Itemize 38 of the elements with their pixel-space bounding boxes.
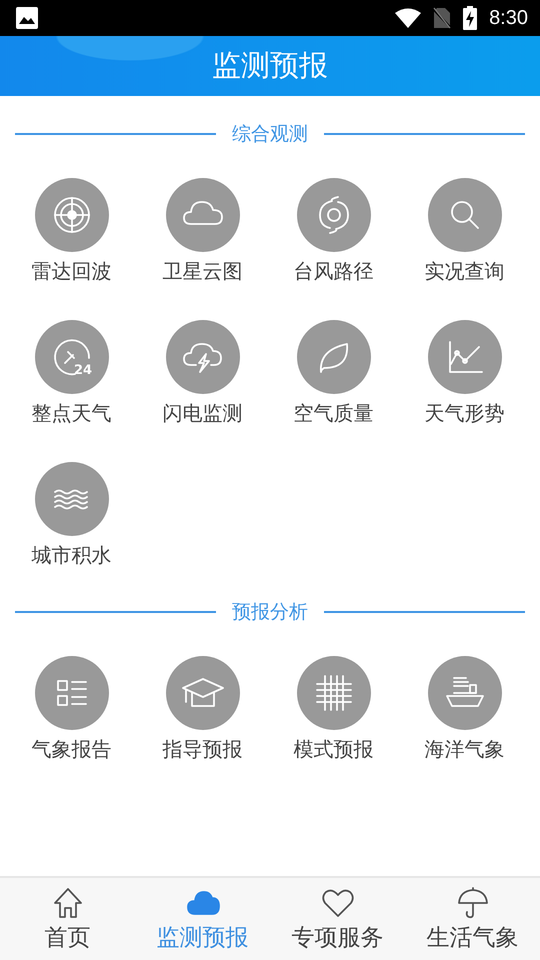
feature-button[interactable]: 雷达回波 — [6, 178, 137, 284]
wifi-icon — [395, 8, 422, 28]
image-icon — [16, 7, 38, 29]
nav-tab[interactable]: 专项服务 — [270, 878, 405, 960]
clock-icon: 24 — [34, 320, 108, 394]
typhoon-icon — [296, 178, 370, 252]
feature-button[interactable]: 指导预报 — [137, 656, 268, 762]
list-icon — [34, 656, 108, 730]
leaf-icon — [296, 320, 370, 394]
umbrella-icon — [456, 886, 490, 920]
section-title: 综合观测 — [232, 122, 308, 147]
feature-button[interactable]: 台风路径 — [268, 178, 399, 284]
nav-tab[interactable]: 首页 — [0, 878, 135, 960]
clock-time: 8:30 — [489, 6, 528, 30]
nav-tab[interactable]: 生活气象 — [405, 878, 540, 960]
search-icon — [428, 178, 502, 252]
cloud-icon — [166, 178, 240, 252]
page-title: 监测预报 — [212, 47, 328, 84]
feature-button[interactable]: 天气形势 — [399, 320, 530, 426]
feature-button[interactable]: 空气质量 — [268, 320, 399, 426]
feature-button[interactable]: 闪电监测 — [137, 320, 268, 426]
feature-button[interactable]: 实况查询 — [399, 178, 530, 284]
feature-button[interactable]: 海洋气象 — [399, 656, 530, 762]
battery-charging-icon — [463, 6, 478, 30]
feature-button[interactable]: 24 整点天气 — [6, 320, 137, 426]
feature-button[interactable]: 气象报告 — [6, 656, 137, 762]
graduation-cap-icon — [166, 656, 240, 730]
ship-icon — [428, 656, 502, 730]
waves-icon — [34, 462, 108, 536]
feature-button[interactable]: 城市积水 — [6, 462, 137, 568]
feature-button[interactable]: 模式预报 — [268, 656, 399, 762]
grid-icon — [296, 656, 370, 730]
lightning-cloud-icon — [166, 320, 240, 394]
no-sim-icon — [433, 7, 452, 29]
line-chart-icon — [428, 320, 502, 394]
feature-button[interactable]: 卫星云图 — [137, 178, 268, 284]
section-title: 预报分析 — [232, 600, 308, 625]
radar-icon — [34, 178, 108, 252]
